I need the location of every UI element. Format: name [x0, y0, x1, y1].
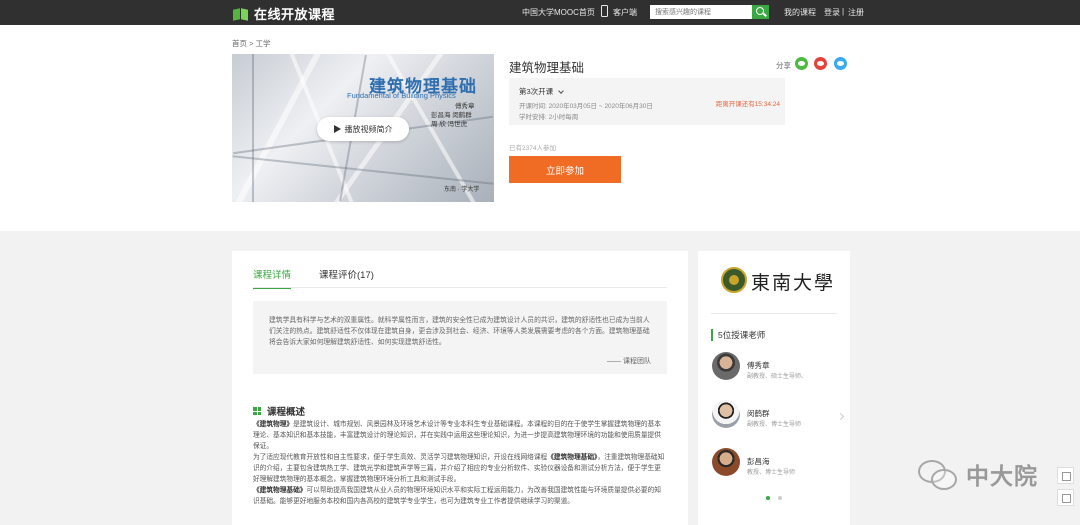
cover-footer: 东南 · 学大学: [444, 187, 480, 193]
sidebar-divider: [711, 313, 837, 314]
site-logo[interactable]: 在线开放课程: [233, 4, 335, 23]
overview-paragraph: 为了适应现代教育开放性和自主性要求，便于学生高效、灵活学习建筑物理知识，开设在线…: [253, 452, 667, 485]
intro-text: 建筑学具有科学与艺术的双重属性。就科学属性而言，建筑的安全性已成为建筑设计人员的…: [269, 317, 650, 346]
overview-bold: 《建筑物理基础》: [253, 487, 307, 494]
login-link[interactable]: 登录: [824, 7, 840, 18]
university-seal-icon[interactable]: [721, 267, 747, 293]
detail-tabs: 课程详情 课程评价(17): [253, 267, 402, 289]
search-input[interactable]: [650, 5, 752, 19]
wechat-icon: [918, 458, 957, 490]
mooc-home-link[interactable]: 中国大学MOOC首页: [522, 7, 595, 18]
play-label: 播放视频简介: [344, 124, 393, 134]
course-intro-quote: 建筑学具有科学与艺术的双重属性。就科学属性而言，建筑的安全性已成为建筑设计人员的…: [253, 301, 667, 374]
countdown-text: 距离开课还有15:34:24: [715, 101, 780, 108]
session-selector[interactable]: 第3次开课: [519, 86, 565, 97]
teacher-card[interactable]: 闵鹤群 副教授、博士生导师: [712, 400, 832, 432]
overview-text: 可以帮助提高我国建筑从业人员的物理环境知识水平和实际工程运用能力，为改善我国建筑…: [253, 487, 661, 505]
teacher-heading: 5位授课老师: [711, 329, 765, 341]
weibo-share-icon[interactable]: [814, 57, 827, 70]
cover-subtitle: Fundamental of Building Physics: [347, 91, 456, 100]
session-info-box: 第3次开课 开课时间: 2020年03月05日 ~ 2020年06月30日 学时…: [509, 78, 785, 125]
overview-text: 是建筑设计、城市规划、风景园林及环境艺术设计等专业本科生专业基础课程。本课程的目…: [253, 421, 661, 450]
teacher-title: 教授、博士生导师: [747, 470, 796, 476]
school-name[interactable]: 東南大學: [751, 268, 835, 295]
play-intro-video-button[interactable]: 播放视频简介: [317, 117, 409, 141]
avatar: [712, 400, 740, 428]
course-header: 首页 > 工学 建筑物理基础 Fundamental of Building P…: [0, 25, 1080, 231]
session-label: 第3次开课: [519, 87, 554, 96]
overview-title: 课程概述: [267, 407, 306, 418]
teacher-title: 副教授、博士生导师: [747, 422, 802, 428]
carousel-dot-active[interactable]: [766, 496, 770, 500]
register-link[interactable]: 注册: [848, 7, 864, 18]
nav-separator: |: [842, 7, 845, 16]
play-icon: [333, 125, 341, 133]
overview-paragraph: 《建筑物理》是建筑设计、城市规划、风景园林及环境艺术设计等专业本科生专业基础课程…: [253, 419, 667, 452]
tab-course-reviews[interactable]: 课程评价(17): [319, 267, 374, 289]
share-label: 分享: [776, 61, 791, 70]
teacher-name: 闵鹤群: [747, 409, 770, 418]
search-button[interactable]: [752, 5, 769, 19]
qr-code-icon[interactable]: [1057, 489, 1074, 506]
course-detail-panel: 课程详情 课程评价(17) 建筑学具有科学与艺术的双重属性。就科学属性而言，建筑…: [232, 251, 688, 525]
carousel-dot[interactable]: [778, 496, 782, 500]
feedback-edit-icon[interactable]: [1057, 467, 1074, 484]
teacher-title: 副教授、硕士生导师、: [747, 374, 808, 380]
cover-authors: 傅秀章 彭昌海 闵鹤群 周 欣 冯世虎: [431, 102, 491, 129]
wechat-watermark: 中大院: [918, 457, 1038, 491]
school-sidebar: 東南大學 5位授课老师 傅秀章 副教授、硕士生导师、 闵鹤群 副教授、博士生导师…: [698, 251, 850, 525]
chevron-right-icon[interactable]: [836, 412, 845, 421]
book-logo-icon: [233, 7, 249, 21]
watermark-text: 中大院: [966, 463, 1038, 489]
workload: 学时安排: 2小时每周: [519, 114, 579, 121]
overview-bold: 《建筑物理基础》: [547, 454, 598, 461]
avatar: [712, 448, 740, 476]
chevron-down-icon: [558, 87, 565, 94]
qq-share-icon[interactable]: [834, 57, 847, 70]
tab-course-details[interactable]: 课程详情: [253, 267, 292, 289]
my-courses-link[interactable]: 我的课程: [784, 7, 816, 18]
tabs-divider: [253, 287, 667, 288]
teacher-name: 傅秀章: [747, 361, 770, 370]
breadcrumb[interactable]: 首页 > 工学: [232, 38, 271, 49]
overview-heading: 课程概述: [253, 404, 305, 418]
wechat-share-icon[interactable]: [795, 57, 808, 70]
top-navigation-bar: 在线开放课程 中国大学MOOC首页 客户端 我的课程 登录 | 注册: [0, 0, 1080, 25]
site-logo-text: 在线开放课程: [254, 7, 336, 22]
overview-paragraph: 《建筑物理基础》可以帮助提高我国建筑从业人员的物理环境知识水平和实际工程运用能力…: [253, 485, 667, 507]
grid-icon: [253, 407, 261, 415]
avatar: [712, 352, 740, 380]
overview-text: 为了适应现代教育开放性和自主性要求，便于学生高效、灵活学习建筑物理知识，开设在线…: [253, 454, 548, 461]
cover-author-line: 周 欣 冯世虎: [431, 121, 468, 128]
course-title: 建筑物理基础: [509, 61, 585, 75]
intro-signature: —— 课程团队: [607, 358, 651, 365]
client-app-link[interactable]: 客户端: [613, 7, 637, 18]
teacher-name: 彭昌海: [747, 457, 770, 466]
phone-icon[interactable]: [601, 5, 608, 17]
overview-bold: 《建筑物理》: [253, 421, 294, 428]
open-time: 开课时间: 2020年03月05日 ~ 2020年06月30日: [519, 103, 653, 110]
teacher-card[interactable]: 彭昌海 教授、博士生导师: [712, 448, 832, 480]
overview-body: 《建筑物理》是建筑设计、城市规划、风景园林及环境艺术设计等专业本科生专业基础课程…: [253, 419, 667, 507]
participants-count: 已有2374人参加: [509, 145, 556, 152]
join-now-button[interactable]: 立即参加: [509, 156, 621, 183]
teacher-card[interactable]: 傅秀章 副教授、硕士生导师、: [712, 352, 832, 384]
cover-author-line: 傅秀章: [455, 103, 475, 110]
cover-author-line: 彭昌海 闵鹤群: [431, 112, 472, 119]
